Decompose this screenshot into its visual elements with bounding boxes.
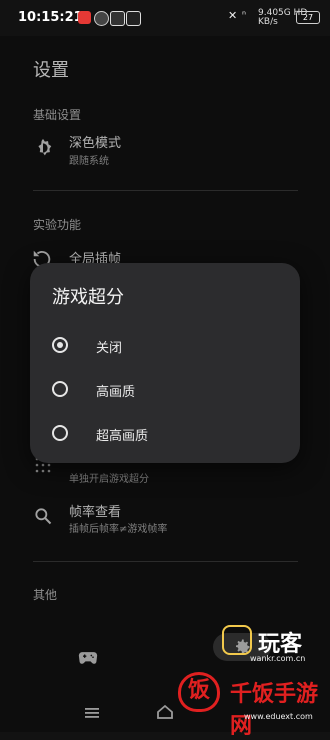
option-high-quality[interactable]: 高画质 [30, 371, 300, 411]
app-notification-icon [94, 11, 109, 26]
app-notification-icon [126, 11, 141, 26]
dialog-title: 游戏超分 [52, 287, 124, 308]
radio-unchecked-icon[interactable] [52, 425, 68, 441]
option-off[interactable]: 关闭 [30, 327, 300, 367]
app-notification-icon [110, 11, 125, 26]
network-speed: 9.40 KB/s [258, 8, 279, 27]
watermark-logo [222, 625, 252, 655]
watermark-bowl-logo: 饭 [178, 672, 220, 712]
game-upscale-dialog: 游戏超分 关闭 高画质 超高画质 [30, 263, 300, 463]
option-label: 关闭 [96, 341, 123, 356]
battery-indicator: 27 [296, 11, 320, 24]
mute-icon: ✕ [228, 9, 238, 22]
status-time: 10:15:21 [18, 10, 83, 25]
watermark-brand-2: 千饭手游网 [230, 682, 319, 739]
radio-checked-icon[interactable] [52, 337, 68, 353]
app-notification-icon [78, 11, 91, 24]
status-bar: 10:15:21 ✕ ⁿ 9.40 KB/s 5G HD 27 [0, 0, 330, 36]
option-label: 高画质 [96, 385, 136, 400]
watermark-url: wankr.com.cn [250, 654, 306, 663]
option-label: 超高画质 [96, 429, 149, 444]
nfc-icon: ⁿ [242, 10, 246, 21]
option-ultra-quality[interactable]: 超高画质 [30, 415, 300, 455]
watermark-url-2: www.eduext.com [244, 712, 313, 721]
radio-unchecked-icon[interactable] [52, 381, 68, 397]
